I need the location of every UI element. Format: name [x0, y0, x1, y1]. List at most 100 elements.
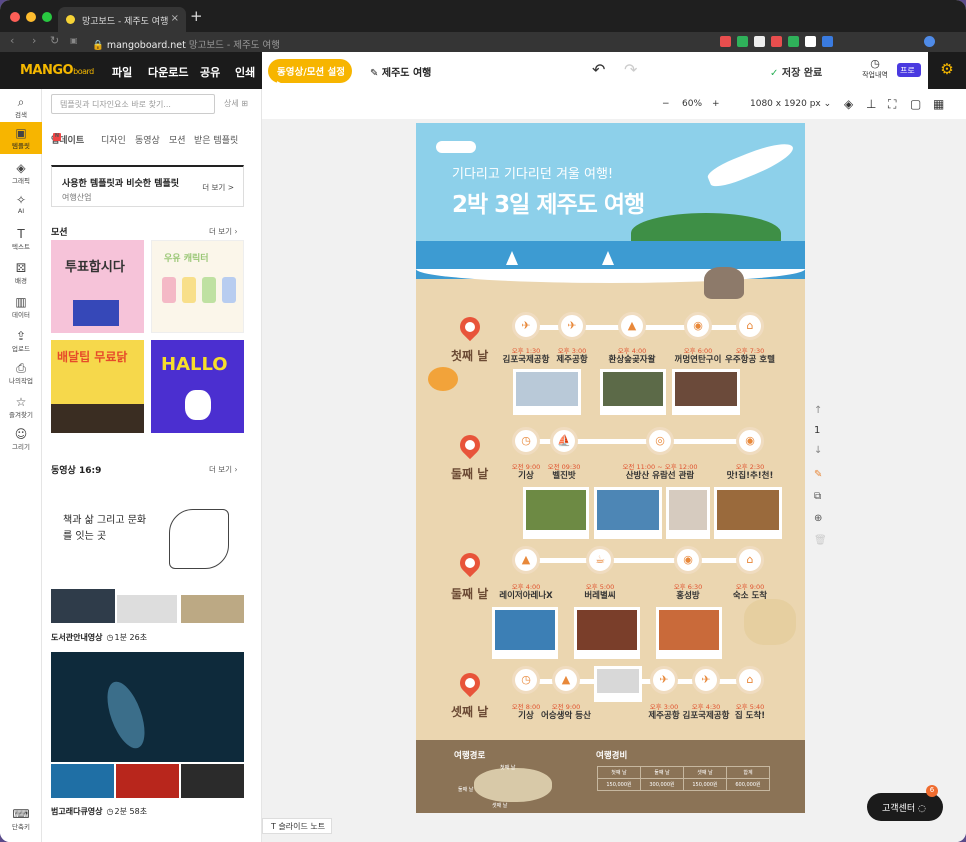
poster-subtitle[interactable]: 기다리고 기다리던 겨울 여행! — [452, 163, 613, 182]
extension-icon[interactable] — [805, 36, 816, 47]
page-up-icon[interactable]: ↑ — [814, 405, 822, 416]
pro-badge[interactable]: 프로⌄ — [897, 63, 921, 85]
rail-my-work[interactable]: ⎙ 나의작업 — [0, 361, 42, 385]
back-icon[interactable]: ‹ — [10, 34, 14, 47]
similar-more-link[interactable]: 더 보기 > — [202, 182, 234, 193]
day2-label[interactable]: 둘째 날 — [451, 465, 488, 482]
rail-draw[interactable]: ☺ 그리기 — [0, 427, 42, 451]
ruler-icon[interactable]: ⊥ — [866, 97, 876, 111]
maximize-window-icon[interactable] — [42, 12, 52, 22]
poster-title[interactable]: 2박 3일 제주도 여행 — [452, 185, 645, 219]
fit-icon[interactable]: ⛶ — [888, 97, 896, 112]
similar-template-box[interactable]: 사용한 템플릿과 비슷한 템플릿 여행산업 더 보기 > — [51, 165, 244, 207]
motion-thumb-vote[interactable]: 투표합시다 — [51, 240, 144, 333]
rail-search[interactable]: ⌕ 검색 — [0, 95, 42, 125]
reader-icon[interactable]: ▣ — [70, 36, 78, 45]
motion-thumb-delivery[interactable]: 배달팁 무료닭 — [51, 340, 144, 433]
video-more-link[interactable]: 더 보기 › — [209, 464, 237, 475]
minimize-window-icon[interactable] — [26, 12, 36, 22]
video-thumb-orca[interactable] — [51, 652, 244, 762]
settings-gear-icon[interactable]: ⚙ — [928, 52, 966, 89]
trip-photo[interactable] — [492, 607, 558, 659]
document-title[interactable]: ✎ 제주도 여행 — [370, 64, 431, 79]
day1-label[interactable]: 첫째 날 — [451, 347, 488, 364]
tab-video[interactable]: 동영상 — [135, 133, 160, 146]
color-palette-icon[interactable]: ✎ — [814, 469, 822, 480]
poster-page[interactable]: 기다리고 기다리던 겨울 여행! 2박 3일 제주도 여행 첫째 날 ✈ ✈ ▲… — [416, 123, 805, 813]
menu-file[interactable]: 파일 — [112, 64, 132, 80]
extension-icon[interactable] — [788, 36, 799, 47]
browser-tab[interactable]: 망고보드 - 제주도 여행 × — [58, 7, 186, 32]
trip-photo[interactable] — [600, 369, 666, 415]
app-header: MANGOboard 파일 다운로드 공유 인쇄 동영상/모션 설정 ▸ ✎ 제… — [0, 52, 966, 89]
rail-background[interactable]: ⚄ 배경 — [0, 261, 42, 285]
extension-icon[interactable] — [720, 36, 731, 47]
video2-caption: 범고래다큐영상 ◷2분 58초 — [51, 806, 147, 817]
template-search-input[interactable]: 템플릿과 디자인요소 바로 찾기... — [51, 94, 215, 114]
rail-template[interactable]: ▣ 템플릿 — [0, 122, 42, 154]
trip-photo[interactable] — [666, 487, 710, 539]
canvas-size-select[interactable]: 1080 x 1920 px ⌄ — [750, 99, 831, 109]
trip-photo[interactable] — [656, 607, 722, 659]
trip-photo[interactable] — [714, 487, 782, 539]
detail-search-button[interactable]: 상세 ⊞ — [224, 98, 248, 109]
motion-thumb-hallo[interactable]: HALLO — [151, 340, 244, 433]
rail-graphic[interactable]: ◈ 그래픽 — [0, 161, 42, 185]
grid-icon[interactable]: ▦ — [933, 97, 944, 111]
tab-motion[interactable]: 모션 — [169, 133, 186, 146]
extension-icon[interactable] — [771, 36, 782, 47]
tab-design[interactable]: 디자인 — [101, 133, 126, 146]
menu-share[interactable]: 공유 — [200, 64, 220, 80]
mango-logo[interactable]: MANGOboard — [20, 63, 94, 78]
url-field[interactable]: 🔒 mangoboard.net 망고보드 - 제주도 여행 — [92, 34, 662, 51]
duplicate-page-icon[interactable]: ⧉ — [814, 491, 821, 502]
close-window-icon[interactable] — [10, 12, 20, 22]
tab-close-icon[interactable]: × — [171, 13, 179, 24]
extension-icon[interactable] — [737, 36, 748, 47]
history-button[interactable]: ◷ 작업내역 — [862, 57, 888, 80]
delete-page-icon[interactable]: 🗑 — [814, 535, 827, 546]
rail-shortcut[interactable]: ⌨ 단축키 — [0, 807, 42, 831]
menu-print[interactable]: 인쇄 — [235, 64, 255, 80]
slide-notes-button[interactable]: T 슬라이드 노트 — [262, 818, 332, 834]
undo-icon[interactable]: ↶ — [592, 60, 605, 79]
trip-photo[interactable] — [672, 369, 740, 415]
extension-icon[interactable] — [822, 36, 833, 47]
tab-received[interactable]: 받은 템플릿 — [194, 133, 238, 146]
page-down-icon[interactable]: ↓ — [814, 445, 822, 456]
profile-avatar[interactable] — [924, 36, 935, 47]
motion-more-link[interactable]: 더 보기 › — [209, 226, 237, 237]
trip-photo[interactable] — [574, 607, 640, 659]
customer-center-button[interactable]: 고객센터 ◌ 6 — [867, 785, 943, 821]
reload-icon[interactable]: ↻ — [50, 34, 59, 47]
ai-icon: ✧ — [15, 193, 27, 207]
rail-text[interactable]: T 텍스트 — [0, 227, 42, 251]
day3-label[interactable]: 셋째 날 — [451, 703, 488, 720]
new-tab-button[interactable]: + — [190, 7, 203, 25]
menu-download[interactable]: 다운로드 — [148, 64, 188, 80]
motion-settings-button[interactable]: 동영상/모션 설정 ▸ — [268, 59, 352, 89]
layers-icon[interactable]: ◈ — [844, 97, 853, 111]
motion-thumb-milk[interactable]: 우유 캐릭터 — [151, 240, 244, 333]
forward-icon[interactable]: › — [32, 34, 36, 47]
trip-photo[interactable] — [513, 369, 581, 415]
trip-photo[interactable] — [594, 666, 642, 702]
rail-data[interactable]: ▥ 데이터 — [0, 295, 42, 319]
rail-label: AI — [17, 207, 25, 215]
extension-icon[interactable] — [754, 36, 765, 47]
cost-value: 600,000원 — [726, 778, 770, 791]
rail-favorite[interactable]: ☆ 즐겨찾기 — [0, 395, 42, 419]
redo-icon[interactable]: ↷ — [624, 60, 637, 79]
zoom-in-button[interactable]: + — [712, 99, 720, 109]
add-page-icon[interactable]: ⊕ — [814, 513, 822, 524]
rail-ai[interactable]: ✧ AI — [0, 193, 42, 215]
preview-icon[interactable]: ▢ — [910, 97, 921, 111]
trip-photo[interactable] — [594, 487, 662, 539]
rail-upload[interactable]: ⇪ 업로드 — [0, 329, 42, 353]
trip-photo[interactable] — [523, 487, 589, 539]
video-thumb-library[interactable]: 책과 삶 그리고 문화를 잇는 곳 — [51, 497, 244, 623]
poster-footer[interactable]: 여행경로 여행경비 첫째 날 둘째 날 셋째 날 첫째 날 둘째 날 셋째 날 합계 … — [416, 740, 805, 813]
day2b-label[interactable]: 둘째 날 — [451, 585, 488, 602]
zoom-level[interactable]: 60% — [682, 99, 702, 109]
zoom-out-button[interactable]: − — [662, 99, 670, 109]
